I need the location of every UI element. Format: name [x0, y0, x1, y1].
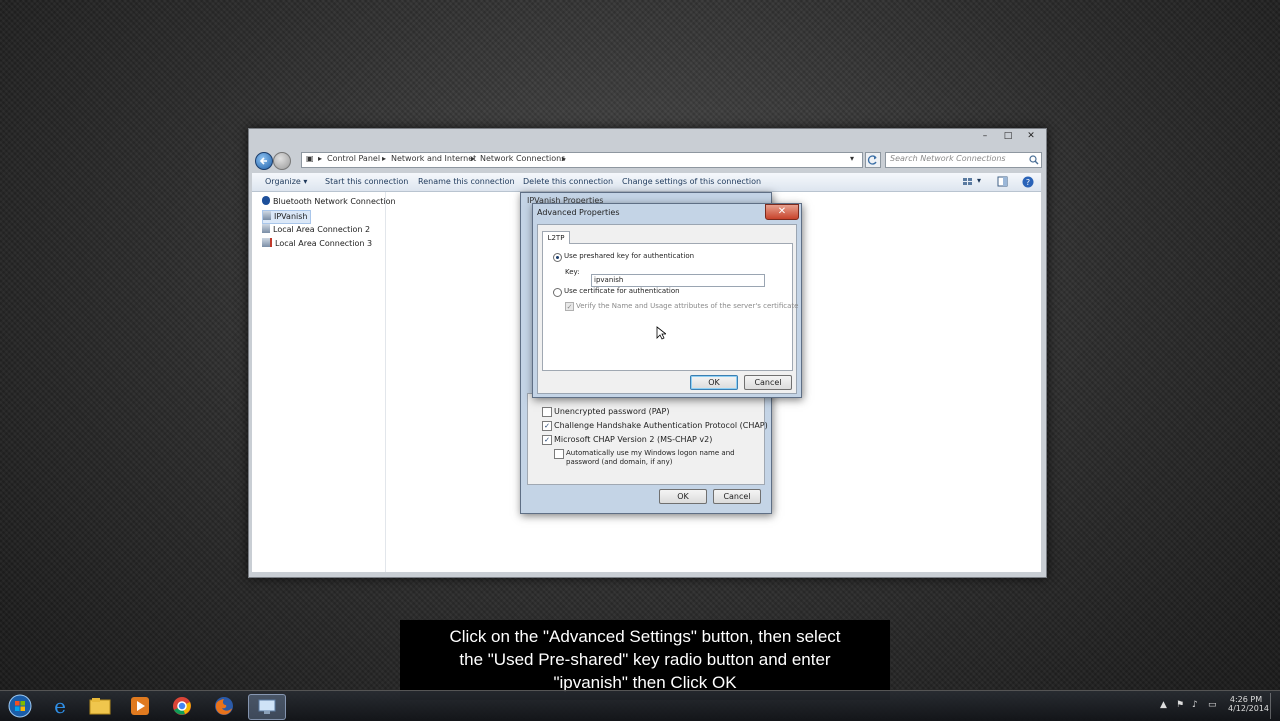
network-connections-icon[interactable] [248, 694, 286, 720]
connection-label: Local Area Connection 2 [273, 225, 371, 234]
vpn-connection-icon [263, 211, 271, 220]
help-icon[interactable]: ? [1022, 176, 1034, 188]
network-tray-icon[interactable]: ▭ [1208, 700, 1217, 710]
breadcrumb-separator: ▸ [471, 154, 476, 163]
advanced-ok-button[interactable]: OK [690, 375, 738, 390]
preview-pane-icon[interactable] [997, 176, 1008, 187]
clock[interactable]: 4:26 PM 4/12/2014 [1228, 695, 1269, 713]
chap-label: Challenge Handshake Authentication Proto… [554, 421, 768, 430]
mschap-label: Microsoft CHAP Version 2 (MS-CHAP v2) [554, 435, 713, 444]
breadcrumb-separator: ▸ [562, 154, 567, 163]
taskbar: e ▲ ⚑ ♪ ▭ 4:26 PM 4/12/2014 [0, 690, 1280, 721]
view-dropdown-icon[interactable]: ▾ [977, 176, 981, 185]
rename-connection-button[interactable]: Rename this connection [418, 177, 515, 186]
ipvanish-ok-button[interactable]: OK [659, 489, 707, 504]
certificate-label: Use certificate for authentication [564, 287, 680, 295]
connection-item-ipvanish[interactable]: IPVanish [262, 210, 312, 224]
connection-item-lan2[interactable]: Local Area Connection 2 [262, 224, 370, 236]
back-button[interactable] [255, 152, 273, 170]
network-adapter-icon [262, 224, 270, 233]
windows-logon-checkbox[interactable] [554, 449, 564, 459]
caption-line-2: the "Used Pre-shared" key radio button a… [459, 650, 831, 669]
svg-text:e: e [54, 695, 66, 717]
breadcrumb-separator: ▸ [382, 154, 387, 163]
network-folder-icon: ▣ [306, 154, 314, 163]
show-hidden-icons-icon[interactable]: ▲ [1160, 700, 1167, 710]
search-icon [1029, 155, 1039, 165]
minimize-button[interactable]: – [974, 130, 996, 144]
internet-explorer-icon[interactable]: e [42, 694, 78, 718]
chap-checkbox[interactable]: ✓ [542, 421, 552, 431]
title-bar: – □ ✕ [249, 129, 1046, 149]
forward-button[interactable] [273, 152, 291, 170]
pap-label: Unencrypted password (PAP) [554, 407, 670, 416]
windows-logon-label-line1: Automatically use my Windows logon name … [566, 449, 735, 457]
key-input[interactable]: ipvanish [591, 274, 765, 287]
l2tp-panel: Use preshared key for authentication Key… [542, 243, 798, 371]
close-icon[interactable]: ✕ [765, 204, 799, 220]
start-connection-button[interactable]: Start this connection [325, 177, 408, 186]
file-explorer-icon[interactable] [82, 694, 118, 718]
view-options-icon[interactable] [962, 177, 974, 187]
connection-label: IPVanish [274, 212, 308, 221]
clock-time: 4:26 PM [1229, 695, 1263, 704]
start-orb-icon[interactable] [2, 694, 38, 718]
mouse-cursor-icon [656, 326, 666, 340]
advanced-properties-dialog: Advanced Properties ✕ L2TP Use preshared… [532, 203, 802, 398]
tutorial-caption: Click on the "Advanced Settings" button,… [400, 620, 890, 700]
breadcrumb-network-connections[interactable]: Network Connections [480, 154, 565, 163]
chrome-icon[interactable] [164, 694, 200, 718]
preshared-key-radio[interactable] [553, 253, 562, 262]
clock-date: 4/12/2014 [1228, 704, 1270, 713]
media-player-icon[interactable] [122, 694, 158, 718]
connection-label: Local Area Connection 3 [275, 239, 373, 248]
connection-label: Bluetooth Network Connection [273, 197, 396, 206]
advanced-cancel-button[interactable]: Cancel [744, 375, 792, 390]
mschap-checkbox[interactable]: ✓ [542, 435, 552, 445]
address-bar-row: ▣ ▸ Control Panel ▸ Network and Internet… [253, 151, 1042, 170]
firefox-icon[interactable] [206, 694, 242, 718]
back-arrow-icon [259, 157, 267, 165]
refresh-button[interactable] [865, 152, 881, 168]
bluetooth-icon [262, 196, 270, 205]
search-placeholder: Search Network Connections [890, 154, 1006, 163]
dialog-body: L2TP Use preshared key for authenticatio… [537, 224, 798, 394]
dialog-title: Advanced Properties [537, 208, 620, 217]
close-button[interactable]: ✕ [1020, 130, 1042, 144]
authentication-options: Unencrypted password (PAP) ✓ Challenge H… [527, 393, 768, 485]
network-adapter-icon [262, 238, 272, 247]
maximize-button[interactable]: □ [997, 130, 1019, 144]
key-label: Key: [565, 268, 580, 276]
command-bar: Organize ▾ Start this connection Rename … [252, 173, 1041, 192]
volume-icon[interactable]: ♪ [1192, 700, 1198, 710]
address-dropdown-icon[interactable]: ▾ [850, 154, 854, 163]
breadcrumb-network-and-internet[interactable]: Network and Internet [391, 154, 476, 163]
breadcrumb-control-panel[interactable]: Control Panel [327, 154, 380, 163]
delete-connection-button[interactable]: Delete this connection [523, 177, 613, 186]
verify-certificate-checkbox[interactable]: ✓ [565, 302, 574, 311]
breadcrumb-separator: ▸ [318, 154, 323, 163]
preshared-key-label: Use preshared key for authentication [564, 252, 695, 260]
address-field[interactable]: ▣ ▸ Control Panel ▸ Network and Internet… [301, 152, 863, 168]
action-center-flag-icon[interactable]: ⚑ [1176, 700, 1184, 710]
organize-menu[interactable]: Organize ▾ [265, 177, 307, 186]
show-desktop-button[interactable] [1270, 693, 1279, 719]
refresh-icon [867, 155, 877, 165]
tab-l2tp[interactable]: L2TP [542, 231, 570, 244]
search-input[interactable]: Search Network Connections [885, 152, 1042, 168]
verify-certificate-label: Verify the Name and Usage attributes of … [576, 302, 799, 310]
connection-item-lan3[interactable]: Local Area Connection 3 [262, 238, 372, 250]
ipvanish-cancel-button[interactable]: Cancel [713, 489, 761, 504]
connection-list: Bluetooth Network Connection IPVanish Lo… [252, 192, 396, 572]
certificate-radio[interactable] [553, 288, 562, 297]
pap-checkbox[interactable] [542, 407, 552, 417]
svg-text:?: ? [1026, 178, 1030, 187]
change-settings-button[interactable]: Change settings of this connection [622, 177, 761, 186]
connection-item-bluetooth[interactable]: Bluetooth Network Connection [262, 196, 396, 208]
caption-line-1: Click on the "Advanced Settings" button,… [449, 627, 841, 646]
windows-logon-label-line2: password (and domain, if any) [566, 458, 673, 466]
